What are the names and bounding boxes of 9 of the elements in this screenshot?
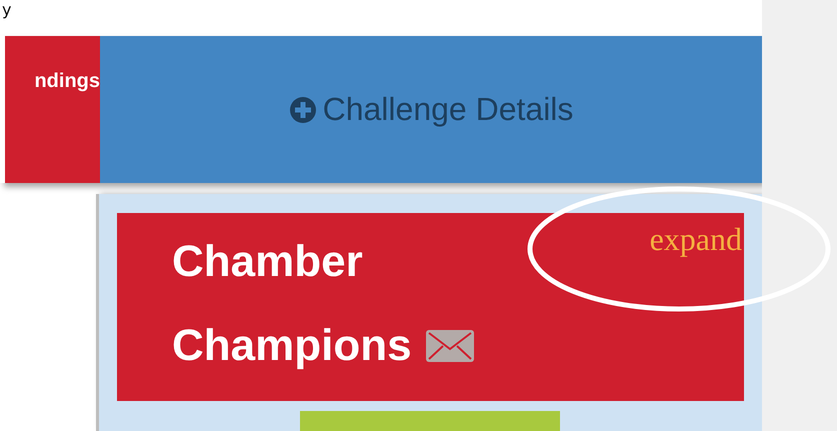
tab[interactable]: Challenge Details	[100, 36, 762, 183]
card-title: Chamber	[172, 239, 363, 285]
expand-link[interactable]: expand	[650, 221, 742, 258]
action-strip[interactable]	[300, 411, 560, 431]
card-title: Champions	[172, 323, 412, 369]
tab[interactable]: ndings	[5, 36, 100, 183]
corner-text: y	[2, 0, 12, 20]
envelope-icon	[426, 330, 474, 362]
plus-circle-icon	[288, 96, 317, 124]
